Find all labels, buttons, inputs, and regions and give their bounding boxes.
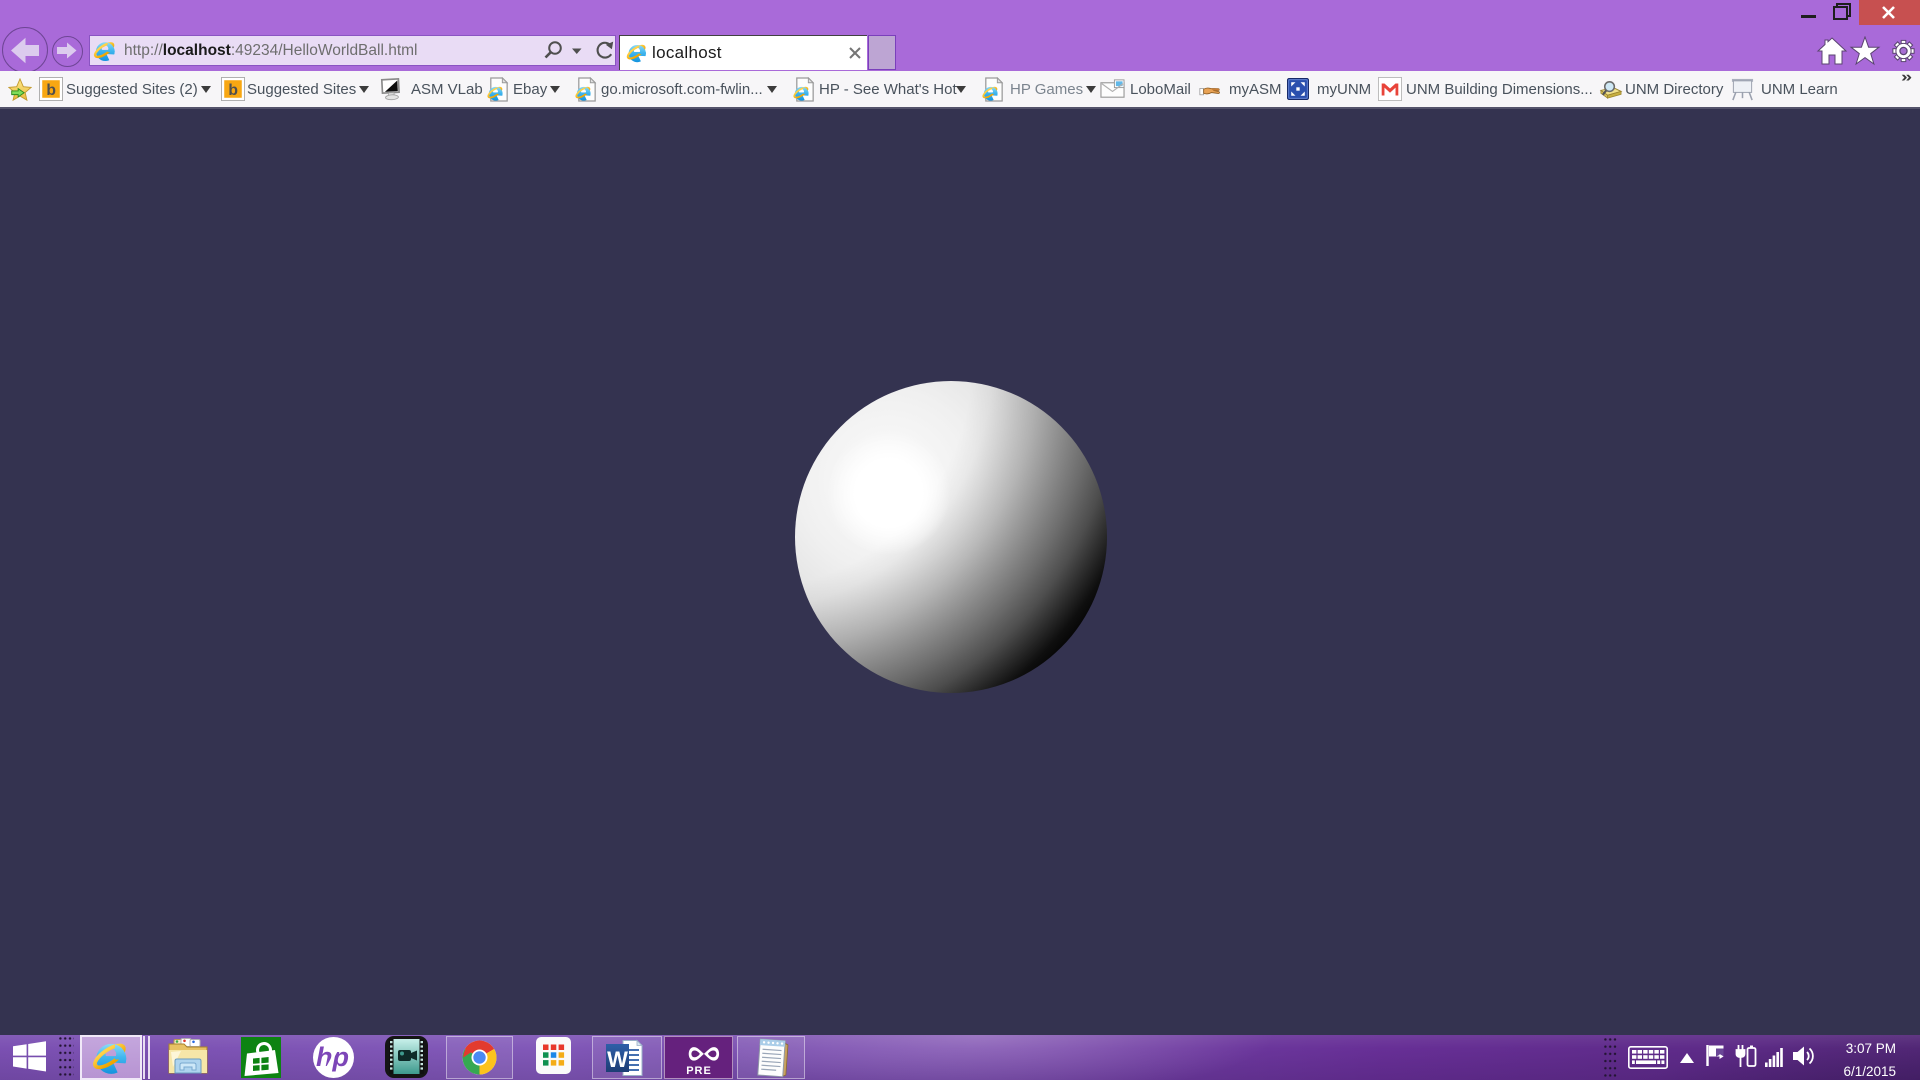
svg-text:PRE: PRE: [686, 1065, 712, 1077]
svg-text:W: W: [607, 1047, 628, 1072]
